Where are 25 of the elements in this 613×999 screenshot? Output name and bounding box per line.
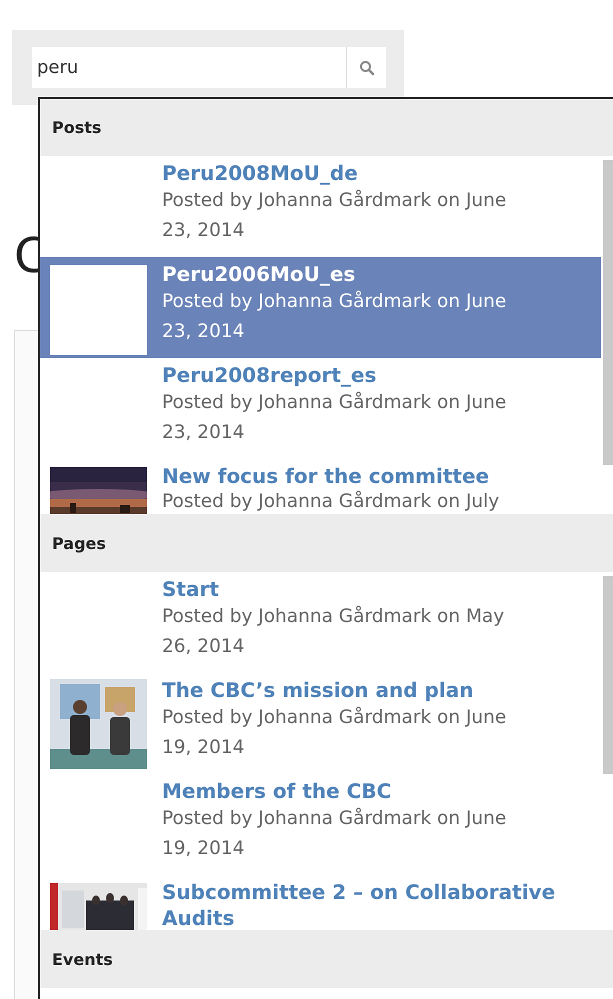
result-meta: Posted by Johanna Gårdmark on June 23, 2014 <box>162 188 508 243</box>
section-title: Pages <box>52 534 106 552</box>
result-item[interactable]: Peru2008report_es Posted by Johanna Gårdmark on June 23, 2014 <box>40 358 601 459</box>
section-title: Posts <box>52 118 102 137</box>
result-item[interactable]: Peru2008MoU_de Posted by Johanna Gårdmark on June 23, 2014 <box>40 156 601 257</box>
result-meta: Posted by Johanna Gårdmark on May 26, 2014 <box>162 604 506 659</box>
result-meta: Posted by Johanna Gårdmark on June 23, 2014 <box>162 290 508 344</box>
result-item[interactable]: The CBC’s mission and plan Posted by Johanna Gårdmark on June 19, 2014 <box>40 673 601 774</box>
result-meta: Posted by Johanna Gårdmark on July <box>162 490 500 514</box>
result-meta: Posted by Johanna Gårdmark on June 19, 2014 <box>162 806 508 861</box>
result-title[interactable]: New focus for the committee <box>162 463 562 489</box>
result-meta: Posted by Johanna Gårdmark on June 23, 2014 <box>162 390 508 445</box>
result-title[interactable]: Peru2008MoU_de <box>162 160 562 186</box>
result-title[interactable]: Subcommittee 2 – on Collaborative Audits <box>162 879 562 930</box>
result-item[interactable]: Peru2006MoU_es Posted by Johanna Gårdmark on June 23, 2014 <box>40 257 601 358</box>
result-title[interactable]: Start <box>162 576 562 602</box>
result-meta: Posted by Johanna Gårdmark on June 19, 2014 <box>162 706 508 760</box>
result-item[interactable]: Start Posted by Johanna Gårdmark on May 26, 2014 <box>40 572 601 673</box>
search-field[interactable]: peru <box>32 47 346 88</box>
result-title[interactable]: Peru2008report_es <box>162 362 562 388</box>
result-title[interactable]: Members of the CBC <box>162 778 562 804</box>
section-title: Events <box>52 950 113 968</box>
result-title[interactable]: Peru2006MoU_es <box>162 261 562 287</box>
result-item[interactable]: Members of the CBC Posted by Johanna Gårdmark on June 19, 2014 <box>40 774 601 875</box>
result-title[interactable]: The CBC’s mission and plan <box>162 677 562 703</box>
